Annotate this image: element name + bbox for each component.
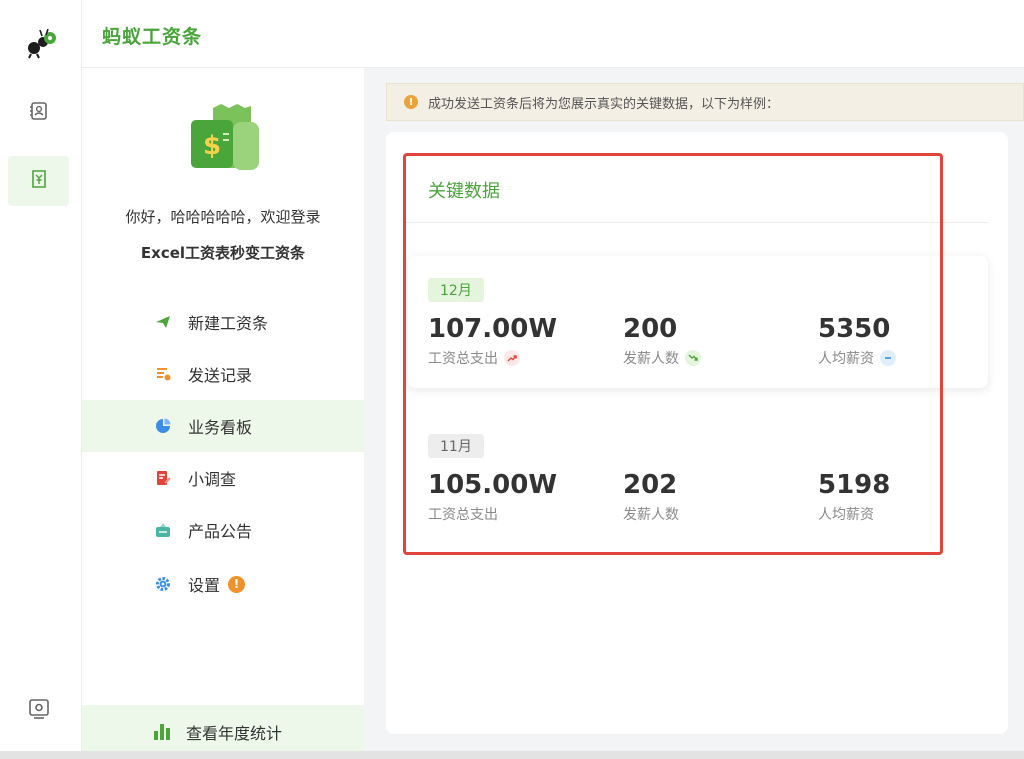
top-header: 蚂蚁工资条	[82, 0, 1024, 68]
ant-logo-icon[interactable]	[24, 26, 58, 60]
stat-label: 工资总支出	[428, 507, 498, 523]
month-card: 11月 105.00W 工资总支出 202 发薪人数 5198 人均薪资	[408, 412, 988, 544]
survey-icon	[154, 469, 172, 487]
gear-icon	[154, 575, 172, 593]
stat-average-pay: 5198 人均薪资	[818, 470, 890, 524]
stat-value: 105.00W	[428, 470, 558, 500]
stat-headcount: 202 发薪人数	[623, 470, 679, 524]
menu-item-label: 业务看板	[188, 418, 253, 437]
menu-item-label: 新建工资条	[188, 314, 269, 333]
rail-item-contacts[interactable]	[8, 88, 69, 138]
stat-label: 人均薪资	[818, 507, 874, 523]
menu-item-announcements[interactable]: 产品公告	[82, 504, 364, 556]
slogan-text: Excel工资表秒变工资条	[140, 244, 306, 262]
key-data-card: 关键数据 12月 107.00W 工资总支出 200 发薪人数 5350 人均薪…	[386, 132, 1008, 734]
pie-icon	[154, 417, 172, 435]
month-tag: 12月	[428, 278, 484, 302]
stat-value: 5350	[818, 314, 891, 344]
stat-headcount: 200 发薪人数	[623, 314, 701, 368]
bar-chart-icon	[154, 724, 170, 740]
brand-title: 蚂蚁工资条	[102, 26, 203, 48]
menu-item-dashboard[interactable]: 业务看板	[82, 400, 364, 452]
menu-item-survey[interactable]: 小调查	[82, 452, 364, 504]
menu-item-label: 产品公告	[188, 522, 253, 541]
settings-box-icon	[28, 698, 50, 724]
greeting-text: 你好，哈哈哈哈哈，欢迎登录	[125, 208, 321, 226]
trend-up-icon	[504, 350, 520, 366]
month-card: 12月 107.00W 工资总支出 200 发薪人数 5350 人均薪资	[408, 256, 988, 388]
rail-item-payslip[interactable]	[8, 156, 69, 206]
payslip-icon	[29, 169, 49, 193]
record-icon	[154, 365, 172, 383]
stat-label: 发薪人数	[623, 507, 679, 523]
left-rail	[0, 0, 82, 759]
menu-item-label: 设置	[188, 576, 221, 595]
svg-text:$: $	[203, 131, 221, 161]
send-icon	[154, 313, 172, 331]
stat-value: 107.00W	[428, 314, 558, 344]
info-icon: !	[404, 95, 418, 109]
stat-label: 发薪人数	[623, 351, 679, 367]
stat-label: 人均薪资	[818, 351, 874, 367]
menu-item-label: 发送记录	[188, 366, 253, 385]
yearly-stats-label: 查看年度统计	[186, 724, 283, 743]
announcement-icon	[154, 521, 172, 539]
trend-flat-icon	[880, 350, 896, 366]
notice-text: 成功发送工资条后将为您展示真实的关键数据，以下为样例：	[428, 96, 780, 112]
menu-item-new-payslip[interactable]: 新建工资条	[82, 296, 364, 348]
contacts-icon	[29, 101, 49, 125]
warning-badge-icon: !	[228, 575, 246, 593]
rail-item-settings[interactable]	[8, 686, 69, 736]
stat-value: 5198	[818, 470, 891, 500]
month-tag: 11月	[428, 434, 484, 458]
side-menu: $ 你好，哈哈哈哈哈，欢迎登录 Excel工资表秒变工资条 新建工资条 发送记录…	[82, 68, 364, 759]
menu-item-settings[interactable]: 设置 !	[82, 558, 364, 610]
divider	[406, 222, 988, 223]
stat-total-pay: 105.00W 工资总支出	[428, 470, 557, 524]
stat-value: 202	[623, 470, 678, 500]
stat-value: 200	[623, 314, 678, 344]
bottom-scrollbar-strip	[0, 751, 1024, 759]
trend-down-icon	[685, 350, 701, 366]
key-data-title: 关键数据	[428, 181, 500, 202]
menu-item-send-records[interactable]: 发送记录	[82, 348, 364, 400]
menu-item-label: 小调查	[188, 470, 237, 489]
stat-average-pay: 5350 人均薪资	[818, 314, 896, 368]
payslip-illustration: $	[185, 102, 265, 174]
stat-label: 工资总支出	[428, 351, 498, 367]
sample-data-notice: ! 成功发送工资条后将为您展示真实的关键数据，以下为样例：	[386, 83, 1024, 121]
stat-total-pay: 107.00W 工资总支出	[428, 314, 557, 368]
